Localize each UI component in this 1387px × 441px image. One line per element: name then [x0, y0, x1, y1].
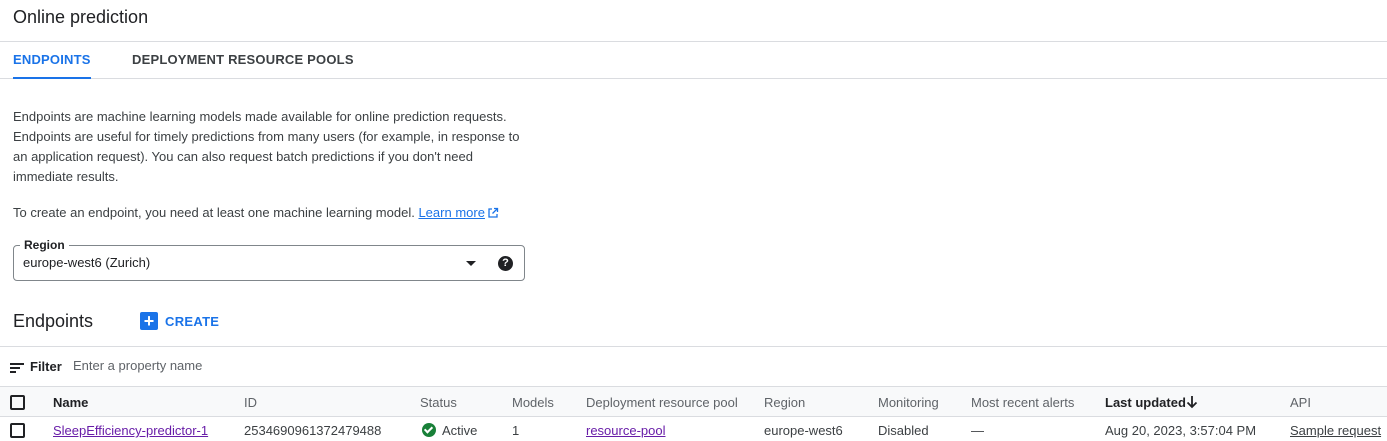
status-text: Active — [442, 423, 478, 438]
endpoint-status: Active — [422, 423, 477, 438]
filter-label: Filter — [30, 359, 62, 374]
endpoint-region: europe-west6 — [764, 423, 843, 438]
filter-input[interactable] — [73, 358, 473, 373]
col-header-last-updated[interactable]: Last updated — [1105, 395, 1186, 410]
col-header-status[interactable]: Status — [420, 395, 457, 410]
col-header-name[interactable]: Name — [53, 395, 88, 410]
sort-down-arrow-icon[interactable] — [1186, 395, 1198, 409]
col-header-region[interactable]: Region — [764, 395, 805, 410]
external-link-icon[interactable] — [487, 207, 499, 219]
col-header-alerts[interactable]: Most recent alerts — [971, 395, 1074, 410]
tab-endpoints[interactable]: ENDPOINTS — [13, 42, 91, 79]
page-title: Online prediction — [13, 7, 149, 27]
resource-pool-link[interactable]: resource-pool — [586, 423, 666, 438]
endpoint-models: 1 — [512, 423, 520, 438]
col-header-pool[interactable]: Deployment resource pool — [586, 395, 738, 410]
region-select[interactable]: Region europe-west6 (Zurich) ? — [13, 237, 525, 281]
dropdown-arrow-icon[interactable] — [466, 261, 476, 266]
endpoint-monitoring: Disabled — [878, 423, 929, 438]
learn-more-link[interactable]: Learn more — [418, 205, 484, 220]
description-text: Endpoints are machine learning models ma… — [13, 109, 520, 184]
endpoint-alerts: — — [971, 423, 984, 438]
sample-request-link[interactable]: Sample request — [1290, 423, 1381, 438]
check-circle-icon — [422, 423, 436, 437]
tab-deployment-resource-pools[interactable]: DEPLOYMENT RESOURCE POOLS — [132, 42, 354, 78]
create-endpoint-button[interactable]: + CREATE — [140, 311, 219, 331]
region-label: Region — [20, 237, 69, 253]
row-checkbox[interactable] — [10, 423, 25, 438]
col-header-id[interactable]: ID — [244, 395, 257, 410]
region-value[interactable]: europe-west6 (Zurich) — [23, 255, 150, 270]
create-label: CREATE — [165, 313, 220, 329]
endpoints-section-title: Endpoints — [13, 311, 94, 331]
select-all-checkbox[interactable] — [10, 395, 25, 410]
endpoint-id: 2534690961372479488 — [244, 423, 382, 438]
help-icon[interactable]: ? — [498, 256, 513, 271]
plus-icon: + — [140, 312, 158, 330]
filter-bar: Filter — [0, 346, 1387, 387]
filter-icon — [10, 363, 24, 373]
table-row: SleepEfficiency-predictor-1 253469096137… — [0, 417, 1387, 441]
col-header-monitoring[interactable]: Monitoring — [878, 395, 939, 410]
tab-bar: ENDPOINTS DEPLOYMENT RESOURCE POOLS — [0, 42, 1387, 79]
table-header: Name ID Status Models Deployment resourc… — [0, 387, 1387, 417]
prereq-text: To create an endpoint, you need at least… — [13, 203, 499, 223]
col-header-models[interactable]: Models — [512, 395, 554, 410]
endpoint-last-updated: Aug 20, 2023, 3:57:04 PM — [1105, 423, 1257, 438]
page-header: Online prediction — [0, 0, 1387, 42]
endpoint-name-link[interactable]: SleepEfficiency-predictor-1 — [53, 423, 208, 438]
prereq-sentence: To create an endpoint, you need at least… — [13, 205, 415, 220]
col-header-api[interactable]: API — [1290, 395, 1311, 410]
